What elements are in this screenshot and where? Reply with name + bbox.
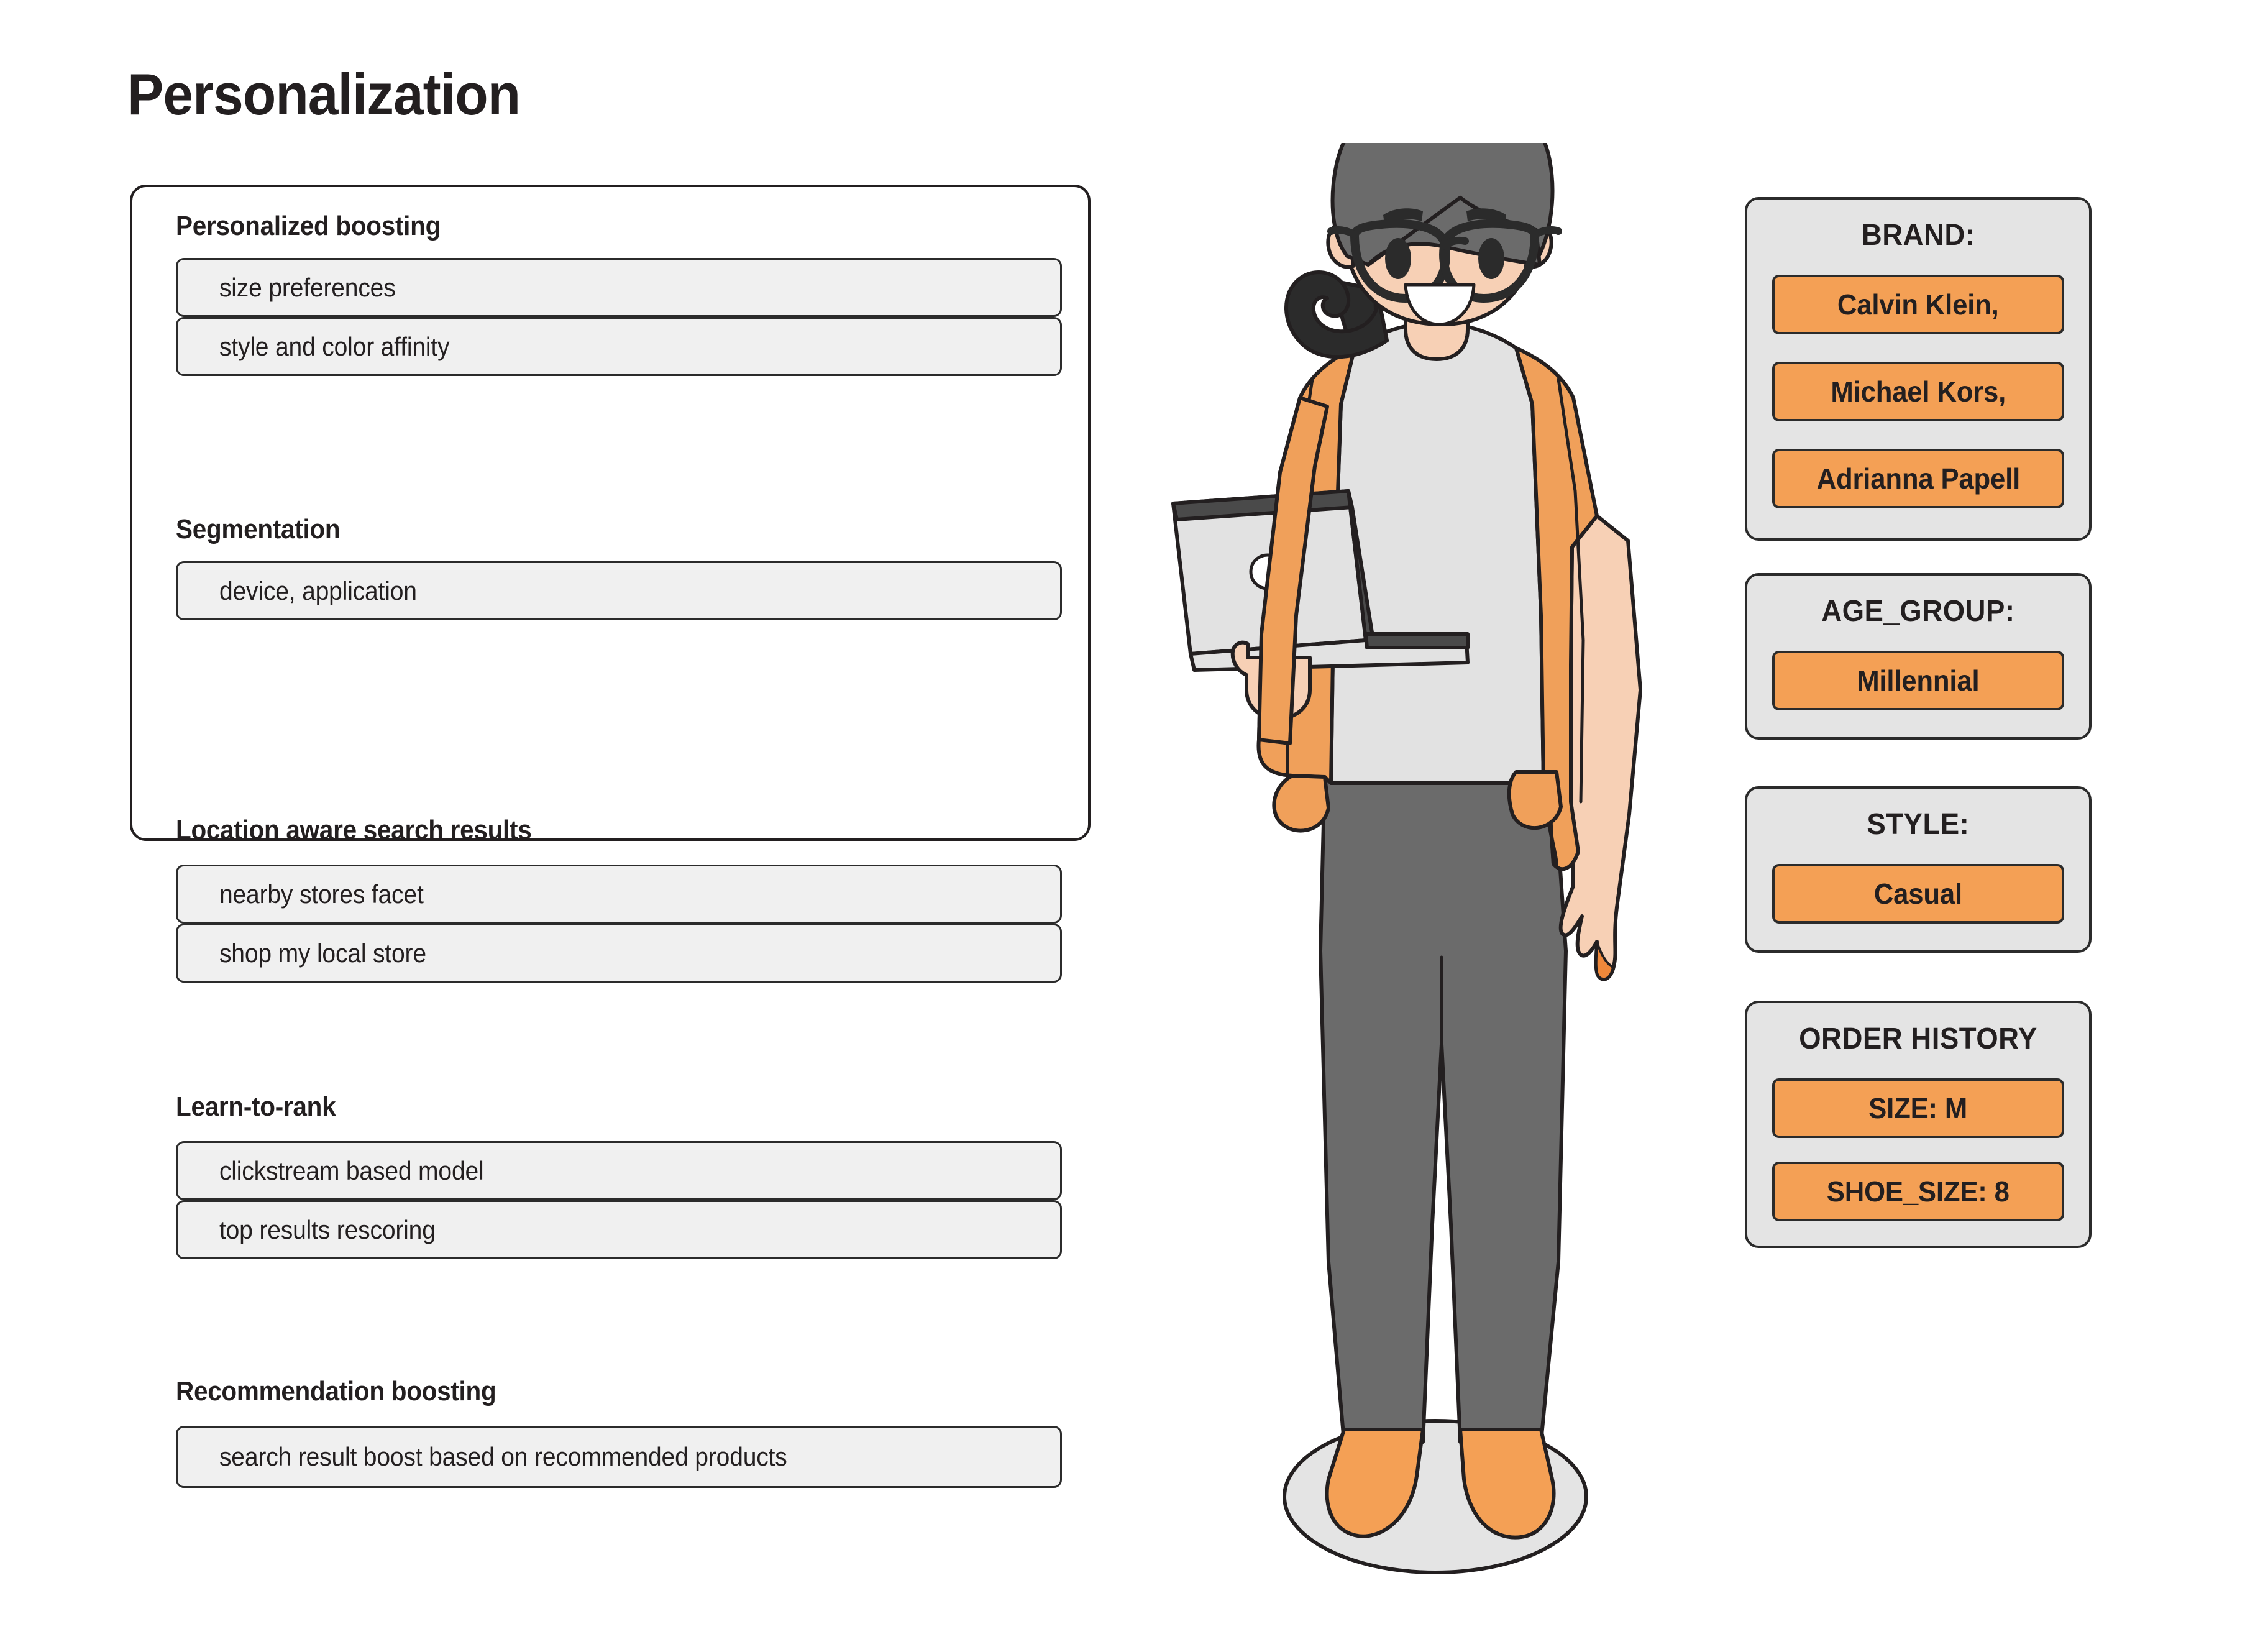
group-title: Segmentation bbox=[176, 514, 341, 544]
style-pill[interactable]: Casual bbox=[1772, 864, 2064, 924]
list-item-label: device, application bbox=[219, 576, 417, 605]
list-item-label: style and color affinity bbox=[219, 331, 450, 361]
white-top bbox=[1329, 321, 1545, 785]
page-title: Personalization bbox=[127, 62, 521, 127]
group-title: Recommendation boosting bbox=[176, 1376, 496, 1407]
brand-pill[interactable]: Michael Kors, bbox=[1772, 362, 2064, 421]
laptop-base-edge bbox=[1364, 632, 1470, 649]
card-title: BRAND: bbox=[1861, 219, 1975, 252]
card-title: STYLE: bbox=[1867, 808, 1970, 841]
brand-pill-label: Michael Kors, bbox=[1831, 375, 2006, 408]
list-item[interactable]: device, application bbox=[176, 561, 1062, 620]
list-item-label: top results rescoring bbox=[219, 1214, 436, 1244]
eye bbox=[1385, 238, 1411, 279]
list-item-label: shop my local store bbox=[219, 938, 426, 968]
card-title: AGE_GROUP: bbox=[1821, 595, 2015, 628]
card-title: ORDER HISTORY bbox=[1799, 1022, 2037, 1055]
order-history-pill[interactable]: SIZE: M bbox=[1772, 1078, 2064, 1138]
list-item-label: nearby stores facet bbox=[219, 879, 424, 909]
list-item-label: search result boost based on recommended… bbox=[219, 1442, 787, 1471]
attribute-card-order-history: ORDER HISTORY SIZE: M SHOE_SIZE: 8 bbox=[1745, 1001, 2092, 1248]
eye bbox=[1478, 238, 1504, 279]
list-item-label: size preferences bbox=[219, 272, 396, 302]
list-item[interactable]: search result boost based on recommended… bbox=[176, 1426, 1062, 1488]
list-item-label: clickstream based model bbox=[219, 1155, 484, 1185]
personalization-panel: Personalized boosting size preferences s… bbox=[130, 185, 1091, 1488]
brand-pill-label: Calvin Klein, bbox=[1837, 288, 1999, 321]
order-history-pill[interactable]: SHOE_SIZE: 8 bbox=[1772, 1162, 2064, 1221]
group-title: Location aware search results bbox=[176, 815, 532, 845]
attribute-card-style: STYLE: Casual bbox=[1745, 786, 2092, 953]
group-title: Personalized boosting bbox=[176, 211, 441, 241]
order-history-pill-label: SIZE: M bbox=[1868, 1092, 1968, 1124]
brand-pill-label: Adrianna Papell bbox=[1816, 462, 2020, 495]
list-item[interactable]: clickstream based model bbox=[176, 1141, 1062, 1200]
brand-pill[interactable]: Calvin Klein, bbox=[1772, 275, 2064, 334]
orange-jacket-hem bbox=[1272, 774, 1330, 833]
group-title: Learn-to-rank bbox=[176, 1091, 336, 1122]
list-item[interactable]: nearby stores facet bbox=[176, 865, 1062, 924]
gray-pants bbox=[1319, 769, 1568, 1444]
orange-jacket-hem bbox=[1507, 770, 1563, 830]
list-item[interactable]: style and color affinity bbox=[176, 317, 1062, 376]
list-item[interactable]: size preferences bbox=[176, 258, 1062, 317]
order-history-pill-label: SHOE_SIZE: 8 bbox=[1826, 1175, 2010, 1208]
attribute-card-brand: BRAND: Calvin Klein, Michael Kors, Adria… bbox=[1745, 197, 2092, 541]
list-item[interactable]: top results rescoring bbox=[176, 1200, 1062, 1259]
age-group-pill-label: Millennial bbox=[1857, 664, 1980, 697]
style-pill-label: Casual bbox=[1873, 878, 1963, 910]
attribute-card-age-group: AGE_GROUP: Millennial bbox=[1745, 573, 2092, 740]
list-item[interactable]: shop my local store bbox=[176, 924, 1062, 983]
age-group-pill[interactable]: Millennial bbox=[1772, 651, 2064, 710]
woman-with-laptop-illustration bbox=[1168, 143, 1727, 1597]
brand-pill[interactable]: Adrianna Papell bbox=[1772, 449, 2064, 508]
